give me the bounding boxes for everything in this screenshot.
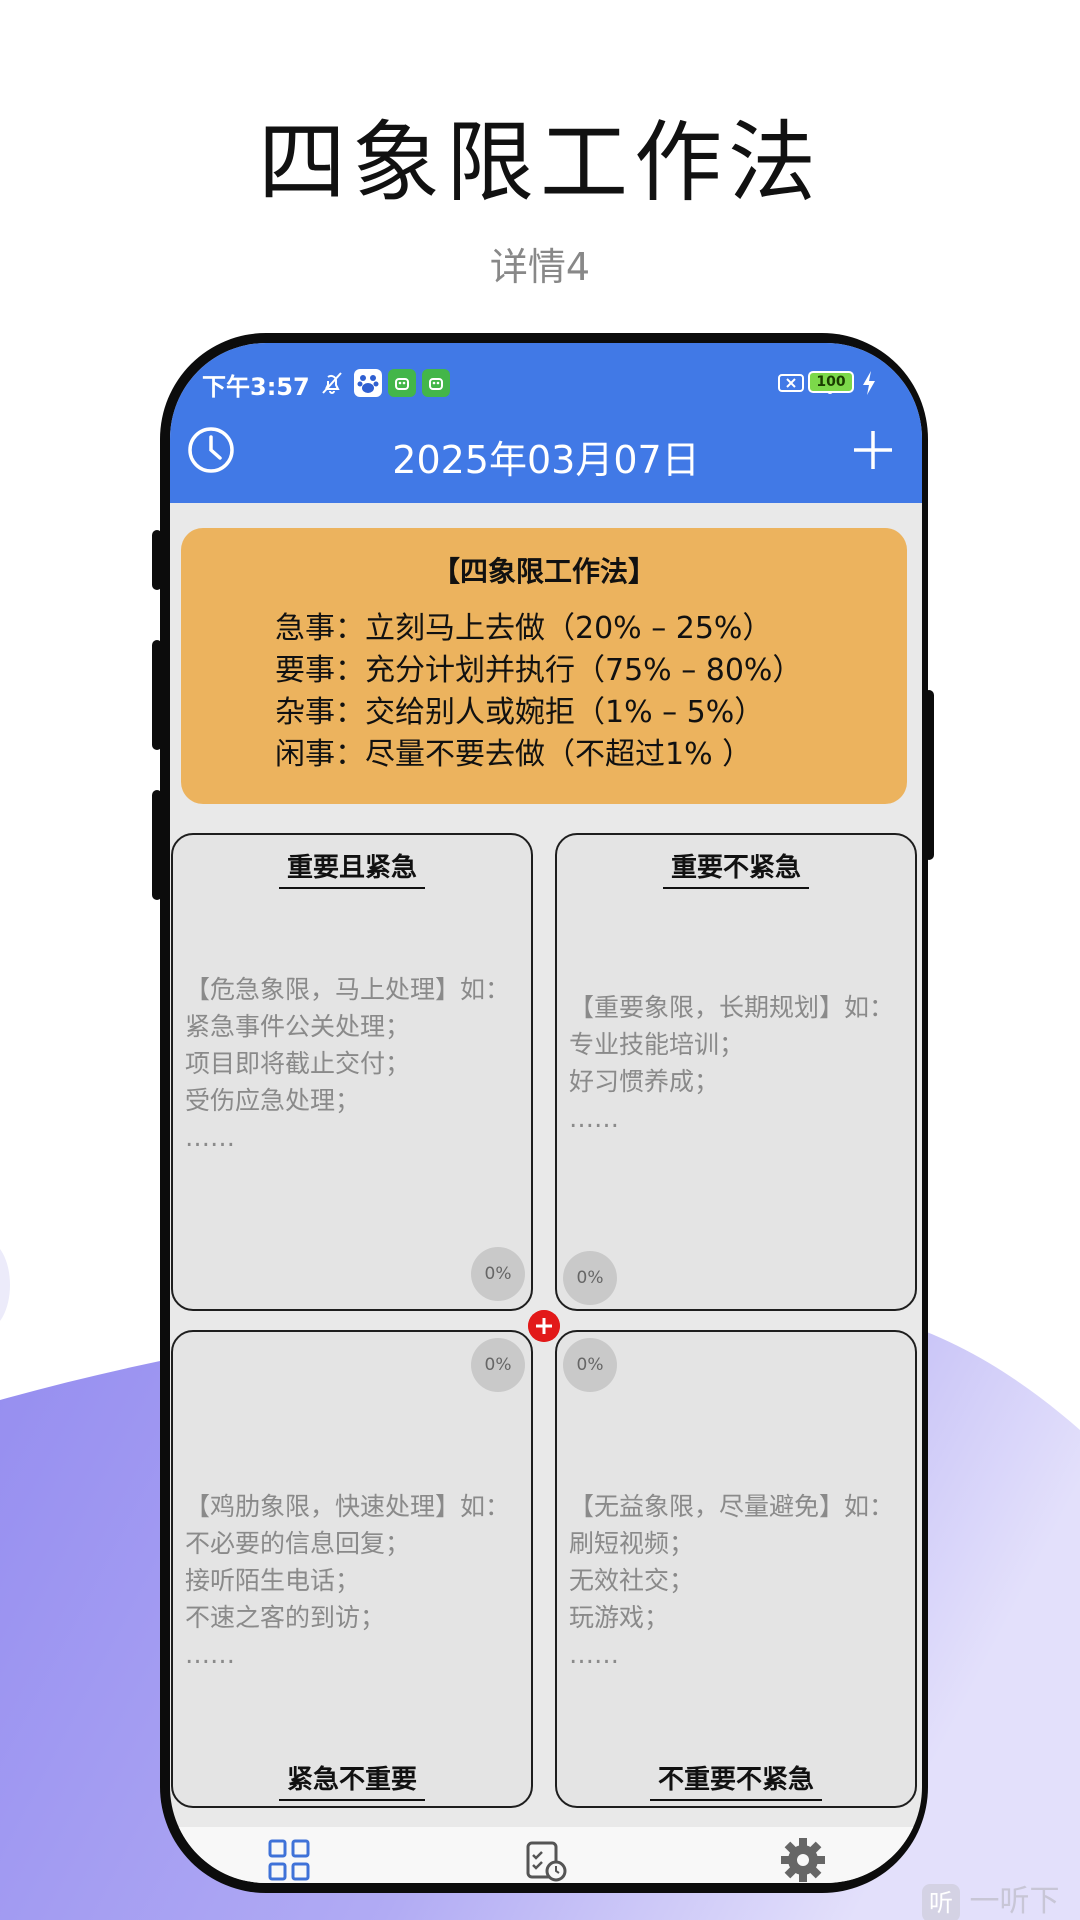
battery-indicator: 100 [808,371,854,393]
quadrant-title: 紧急不重要 [278,1765,425,1801]
quadrant-line: …… [185,1123,235,1152]
quadrant-line: 【无益象限，尽量避免】如： [569,1492,895,1521]
quadrant-title: 重要且紧急 [278,853,425,889]
phone-side-button [152,790,162,900]
quadrant-line: 刷短视频； [569,1529,695,1558]
phone-screen: 下午3:57 100 2025年03月07日 【四象限工作法】 急事：立刻马上去… [170,343,922,1883]
progress-badge: 0% [563,1251,617,1305]
quadrant-line: 【危急象限，马上处理】如： [185,975,511,1004]
status-bar: 下午3:57 100 [202,363,892,407]
quadrant-line: …… [569,1104,619,1133]
bottom-navigation [170,1827,922,1883]
android-app-icon [422,369,450,397]
progress-badge: 0% [471,1338,525,1392]
quadrant-line: 不速之客的到访； [185,1603,386,1632]
quadrant-line: 受伤应急处理； [185,1086,361,1115]
quadrant-grid-icon[interactable] [266,1837,312,1883]
phone-side-button [152,530,162,590]
quadrant-description: 【鸡肋象限，快速处理】如： 不必要的信息回复； 接听陌生电话； 不速之客的到访；… [185,1488,510,1673]
quadrant-description: 【危急象限，马上处理】如： 紧急事件公关处理； 项目即将截止交付； 受伤应急处理… [185,971,510,1156]
quadrant-line: …… [185,1640,235,1669]
quadrant-line: 紧急事件公关处理； [185,1012,411,1041]
android-app-icon [388,369,416,397]
info-line: 杂事：交给别人或婉拒（1% – 5%） [275,695,765,730]
watermark-logo: 听 [922,1883,960,1920]
method-info-card: 【四象限工作法】 急事：立刻马上去做（20% – 25%） 要事：充分计划并执行… [181,528,907,804]
quadrant-line: 专业技能培训； [569,1030,745,1059]
add-task-plus-icon[interactable] [528,1310,560,1342]
phone-power-button [924,690,934,860]
quadrant-description: 【重要象限，长期规划】如： 专业技能培训； 好习惯养成； …… [569,989,894,1137]
app-bar: 下午3:57 100 2025年03月07日 [170,343,922,503]
no-sim-icon [778,374,804,392]
promo-subtitle: 详情4 [489,245,591,289]
quadrant-not-important-not-urgent[interactable]: 0% 【无益象限，尽量避免】如： 刷短视频； 无效社交； 玩游戏； …… 不重要… [555,1330,917,1808]
progress-badge: 0% [563,1338,617,1392]
quadrant-line: 玩游戏； [569,1603,670,1632]
quadrant-line: 好习惯养成； [569,1067,720,1096]
progress-badge: 0% [471,1247,525,1301]
info-line: 急事：立刻马上去做（20% – 25%） [275,611,773,646]
schedule-check-icon[interactable] [522,1837,568,1883]
quadrant-title: 重要不紧急 [662,853,809,889]
quadrant-title: 不重要不紧急 [649,1765,822,1801]
info-title: 【四象限工作法】 [431,555,656,588]
baidu-app-icon [354,369,382,397]
promo-title: 四象限工作法 [257,111,822,214]
quadrant-line: 【重要象限，长期规划】如： [569,993,895,1022]
quadrant-urgent-not-important[interactable]: 0% 【鸡肋象限，快速处理】如： 不必要的信息回复； 接听陌生电话； 不速之客的… [171,1330,533,1808]
quadrant-description: 【无益象限，尽量避免】如： 刷短视频； 无效社交； 玩游戏； …… [569,1488,894,1673]
quadrant-line: 接听陌生电话； [185,1566,361,1595]
quadrant-line: 不必要的信息回复； [185,1529,411,1558]
status-time: 下午3:57 [202,373,310,401]
quadrant-important-not-urgent[interactable]: 重要不紧急 【重要象限，长期规划】如： 专业技能培训； 好习惯养成； …… 0% [555,833,917,1311]
current-date[interactable]: 2025年03月07日 [170,429,922,484]
quadrant-line: …… [569,1640,619,1669]
quadrant-important-urgent[interactable]: 重要且紧急 【危急象限，马上处理】如： 紧急事件公关处理； 项目即将截止交付； … [171,833,533,1311]
info-lines: 急事：立刻马上去做（20% – 25%） 要事：充分计划并执行（75% – 80… [275,608,802,776]
quadrant-line: 无效社交； [569,1566,695,1595]
info-line: 要事：充分计划并执行（75% – 80%） [275,653,803,688]
charging-bolt-icon [863,371,875,395]
quadrant-line: 项目即将截止交付； [185,1049,411,1078]
mute-bell-icon [322,372,342,394]
watermark: 听 一听下载 [922,1876,1080,1920]
plus-icon[interactable] [850,427,896,473]
settings-gear-icon[interactable] [780,1837,826,1883]
phone-side-button [152,640,162,750]
quadrant-line: 【鸡肋象限，快速处理】如： [185,1492,511,1521]
info-line: 闲事：尽量不要去做（不超过1% ） [275,737,753,772]
